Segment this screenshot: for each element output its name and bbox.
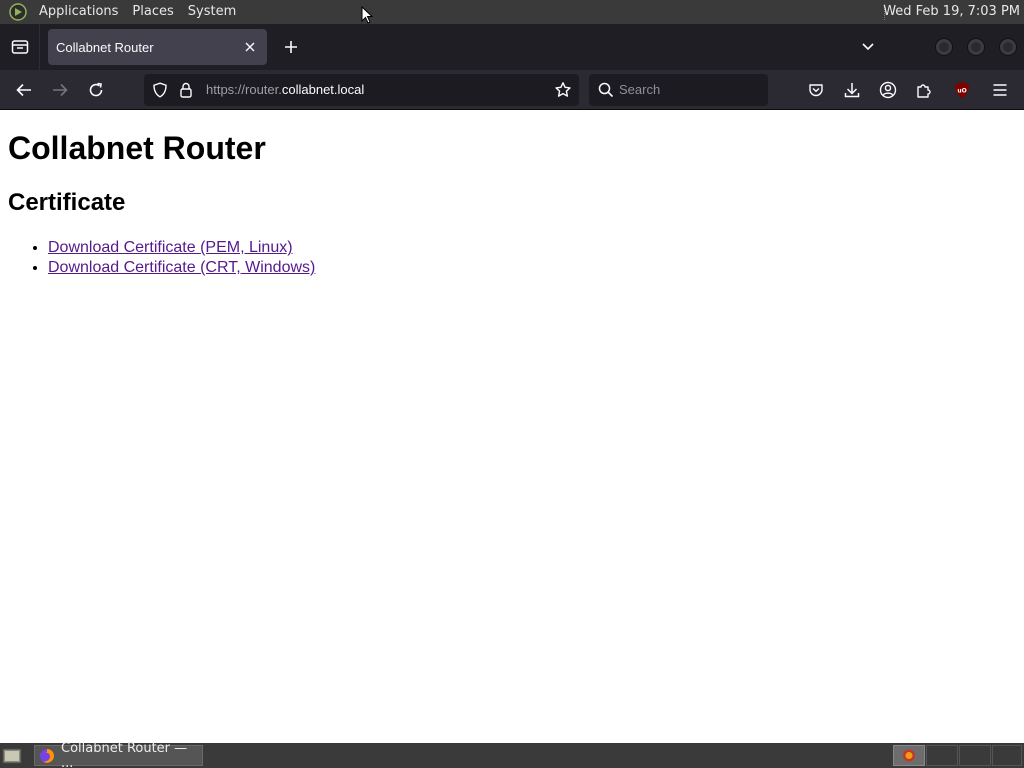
tracking-shield-icon[interactable] bbox=[152, 82, 168, 102]
url-prefix: https://router. bbox=[206, 82, 282, 97]
pocket-icon[interactable] bbox=[802, 76, 830, 104]
back-arrow-icon[interactable] bbox=[10, 76, 38, 104]
list-all-tabs-chevron-icon[interactable] bbox=[856, 35, 880, 59]
tab-collabnet-router[interactable]: Collabnet Router bbox=[48, 29, 267, 65]
lock-icon[interactable] bbox=[179, 81, 193, 103]
taskbar-window-firefox[interactable]: Collabnet Router — ... bbox=[34, 741, 203, 768]
show-desktop-icon[interactable] bbox=[2, 746, 22, 765]
places-menu[interactable]: Places bbox=[125, 0, 180, 24]
bottom-taskbar: Collabnet Router — ... bbox=[0, 741, 1024, 768]
address-bar[interactable]: https://router.collabnet.local bbox=[144, 74, 579, 106]
maximize-window-button[interactable] bbox=[968, 39, 984, 55]
account-icon[interactable] bbox=[874, 76, 902, 104]
workspace-2[interactable] bbox=[926, 745, 958, 766]
download-pem-link[interactable]: Download Certificate (PEM, Linux) bbox=[48, 239, 293, 256]
search-bar[interactable]: Search bbox=[589, 74, 768, 106]
list-item: Download Certificate (CRT, Windows) bbox=[48, 258, 315, 278]
url-text[interactable]: https://router.collabnet.local bbox=[206, 74, 364, 106]
system-menu[interactable]: System bbox=[181, 0, 243, 24]
taskbar-window-title: Collabnet Router — ... bbox=[61, 740, 188, 768]
minimize-window-button[interactable] bbox=[936, 39, 952, 55]
reload-icon[interactable] bbox=[82, 76, 110, 104]
clock[interactable]: Wed Feb 19, 7:03 PM bbox=[883, 0, 1020, 24]
close-tab-icon[interactable] bbox=[241, 38, 259, 56]
section-heading-certificate: Certificate bbox=[8, 189, 126, 216]
download-crt-link[interactable]: Download Certificate (CRT, Windows) bbox=[48, 259, 315, 276]
hamburger-menu-icon[interactable] bbox=[986, 76, 1014, 104]
download-icon[interactable] bbox=[838, 76, 866, 104]
firefox-icon bbox=[39, 748, 55, 764]
tab-title: Collabnet Router bbox=[56, 39, 154, 55]
forward-arrow-icon[interactable] bbox=[46, 76, 74, 104]
page-title: Collabnet Router bbox=[8, 130, 266, 166]
url-host: collabnet.local bbox=[281, 82, 365, 97]
search-icon bbox=[598, 82, 614, 102]
close-window-button[interactable] bbox=[1000, 39, 1016, 55]
ublock-origin-icon[interactable]: uO bbox=[948, 76, 976, 104]
certificate-download-list: Download Certificate (PEM, Linux) Downlo… bbox=[48, 238, 315, 278]
workspace-1[interactable] bbox=[893, 745, 925, 766]
new-tab-icon[interactable] bbox=[279, 35, 303, 59]
system-top-panel: Applications Places System Wed Feb 19, 7… bbox=[0, 0, 1024, 24]
workspace-4[interactable] bbox=[992, 745, 1022, 766]
page-content: Collabnet Router Certificate Download Ce… bbox=[0, 111, 1024, 743]
bookmark-star-icon[interactable] bbox=[554, 81, 572, 103]
list-item: Download Certificate (PEM, Linux) bbox=[48, 238, 315, 258]
svg-text:uO: uO bbox=[957, 88, 966, 95]
extensions-puzzle-icon[interactable] bbox=[910, 76, 938, 104]
search-placeholder: Search bbox=[619, 82, 661, 97]
distro-logo-icon[interactable] bbox=[8, 2, 28, 22]
navigation-toolbar: https://router.collabnet.local Search uO bbox=[0, 70, 1024, 110]
applications-menu[interactable]: Applications bbox=[32, 0, 125, 24]
browser-tab-bar: Collabnet Router bbox=[0, 24, 1024, 70]
workspace-3[interactable] bbox=[959, 745, 991, 766]
firefox-view-icon[interactable] bbox=[0, 24, 40, 70]
